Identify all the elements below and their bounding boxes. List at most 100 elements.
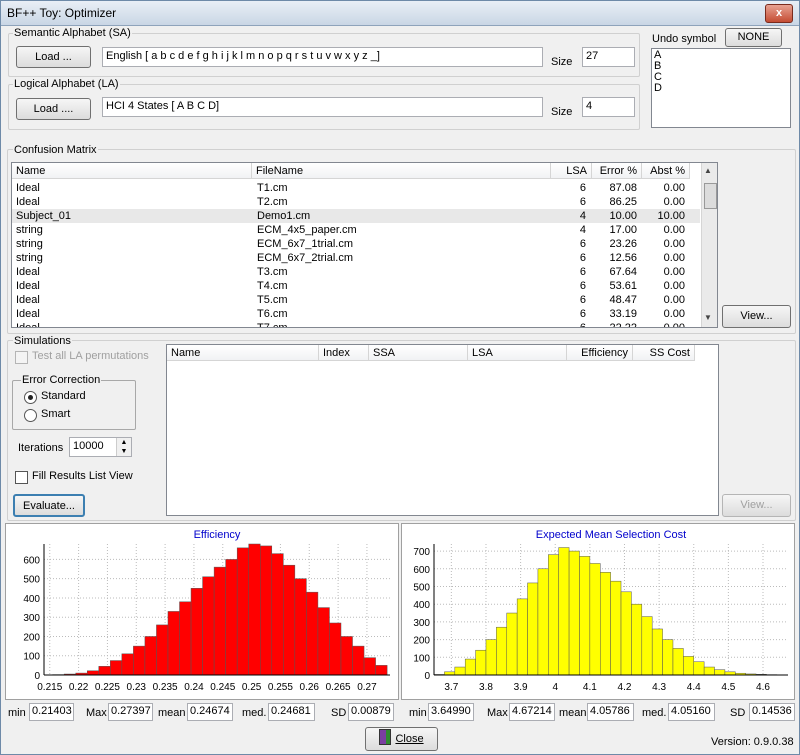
histogram-bar [283,564,296,676]
histogram-bar [236,547,249,676]
table-row[interactable]: string ECM_6x7_2trial.cm 6 12.56 0.00 [12,251,700,265]
table-cell: 0.00 [663,308,685,320]
y-tick-label: 400 [23,594,40,605]
histogram-bar [641,616,653,676]
histogram-bar [527,582,539,676]
table-row[interactable]: Ideal T7.cm 6 22.22 0.00 [12,321,700,328]
table-row[interactable]: string ECM_4x5_paper.cm 4 17.00 0.00 [12,223,700,237]
scroll-up-arrow-icon[interactable]: ▲ [704,166,712,175]
histogram-bar [610,580,622,676]
confusion-scrollbar[interactable]: ▲ ▼ [701,163,717,327]
list-item[interactable]: D [654,83,788,94]
column-header-name[interactable]: Name [12,163,252,179]
x-tick-label: 0.245 [210,682,235,693]
simulation-results-list[interactable]: Name Index SSA LSA Efficiency SS Cost [166,344,719,516]
table-cell: 0.00 [663,294,685,306]
eff-sd-label: SD [331,707,347,719]
table-cell: ECM_6x7_2trial.cm [257,252,353,264]
confusion-matrix-list[interactable]: Name FileName LSA Error % Abst % Ideal T1… [11,162,718,328]
table-row[interactable]: Ideal T1.cm 6 87.08 0.00 [12,181,700,195]
sa-input[interactable]: English [ a b c d e f g h i j k l m n o … [102,47,543,67]
table-row[interactable]: Ideal T3.cm 6 67.64 0.00 [12,265,700,279]
la-size-input[interactable]: 4 [582,97,635,117]
x-tick-label: 4.4 [687,682,701,693]
list-item[interactable]: B [654,61,788,72]
chart-title: Efficiency [194,529,241,541]
cost-sd-value: 0.14536 [749,703,795,721]
table-cell: 0.00 [663,224,685,236]
table-row[interactable]: string ECM_6x7_1trial.cm 6 23.26 0.00 [12,237,700,251]
table-cell: Ideal [16,322,40,328]
scroll-down-arrow-icon[interactable]: ▼ [704,313,712,322]
histogram-bar [672,648,684,676]
fill-results-checkbox[interactable] [15,471,28,484]
x-tick-label: 4.5 [721,682,735,693]
table-cell: 0.00 [663,266,685,278]
column-header-ssa[interactable]: SSA [369,345,468,361]
x-tick-label: 0.215 [37,682,62,693]
x-tick-label: 4 [552,682,558,693]
histogram-bar [156,624,169,676]
table-cell: Ideal [16,280,40,292]
table-cell: 6 [579,182,586,194]
table-row[interactable]: Subject_01 Demo1.cm 4 10.00 10.00 [12,209,700,223]
table-cell: Ideal [16,308,40,320]
x-tick-label: 0.26 [300,682,320,693]
evaluate-button[interactable]: Evaluate... [13,494,85,517]
fill-results-label: Fill Results List View [32,470,133,482]
confusion-view-button[interactable]: View... [722,305,791,328]
column-header-error[interactable]: Error % [592,163,642,179]
window-close-button[interactable]: x [765,4,793,23]
stepper-down-icon[interactable]: ▼ [117,447,131,456]
column-header-abst[interactable]: Abst % [642,163,690,179]
y-tick-label: 600 [413,565,430,576]
table-row[interactable]: Ideal T2.cm 6 86.25 0.00 [12,195,700,209]
sa-size-label: Size [551,56,573,68]
table-cell: string [16,238,43,250]
sa-size-input[interactable]: 27 [582,47,635,67]
table-cell: ECM_4x5_paper.cm [257,224,357,236]
error-correction-group [12,380,136,430]
histogram-bar [485,639,497,676]
y-tick-label: 200 [23,632,40,643]
eff-mean-value: 0.24674 [187,703,233,721]
test-all-checkbox[interactable] [15,351,28,364]
scroll-thumb[interactable] [704,183,717,209]
table-row[interactable]: Ideal T6.cm 6 33.19 0.00 [12,307,700,321]
close-label: Close [395,733,424,745]
eff-max-label: Max [86,707,107,719]
column-header-ss-cost[interactable]: SS Cost [633,345,695,361]
load-la-button[interactable]: Load .... [16,98,91,120]
column-header-efficiency[interactable]: Efficiency [567,345,633,361]
cost-min-label: min [409,707,427,719]
la-input[interactable]: HCI 4 States [ A B C D] [102,97,543,117]
list-item[interactable]: C [654,72,788,83]
histogram-bar [363,657,376,676]
histogram-bar [568,550,580,676]
table-cell: 0.00 [663,238,685,250]
column-header-index[interactable]: Index [319,345,369,361]
column-header-lsa[interactable]: LSA [468,345,567,361]
standard-label: Standard [41,390,86,402]
standard-radio[interactable] [24,391,37,404]
cost-sd-label: SD [730,707,746,719]
smart-radio[interactable] [24,409,37,422]
iterations-stepper[interactable]: 10000 ▲ ▼ [69,437,132,457]
table-row[interactable]: Ideal T4.cm 6 53.61 0.00 [12,279,700,293]
histogram-bar [662,639,674,676]
list-item[interactable]: A [654,50,788,61]
histogram-bar [496,626,508,676]
window-title: BF++ Toy: Optimizer [7,6,117,20]
y-tick-label: 400 [413,600,430,611]
table-cell: 48.47 [609,294,637,306]
column-header-lsa[interactable]: LSA [551,163,592,179]
table-row[interactable]: Ideal T5.cm 6 48.47 0.00 [12,293,700,307]
close-button[interactable]: Close [365,727,438,751]
column-header-name[interactable]: Name [167,345,319,361]
stepper-up-icon[interactable]: ▲ [117,438,131,447]
load-sa-button[interactable]: Load ... [16,46,91,68]
undo-symbol-list[interactable]: A B C D [651,48,791,128]
undo-none-button[interactable]: NONE [725,28,782,47]
histogram-bar [352,645,365,676]
column-header-filename[interactable]: FileName [252,163,551,179]
